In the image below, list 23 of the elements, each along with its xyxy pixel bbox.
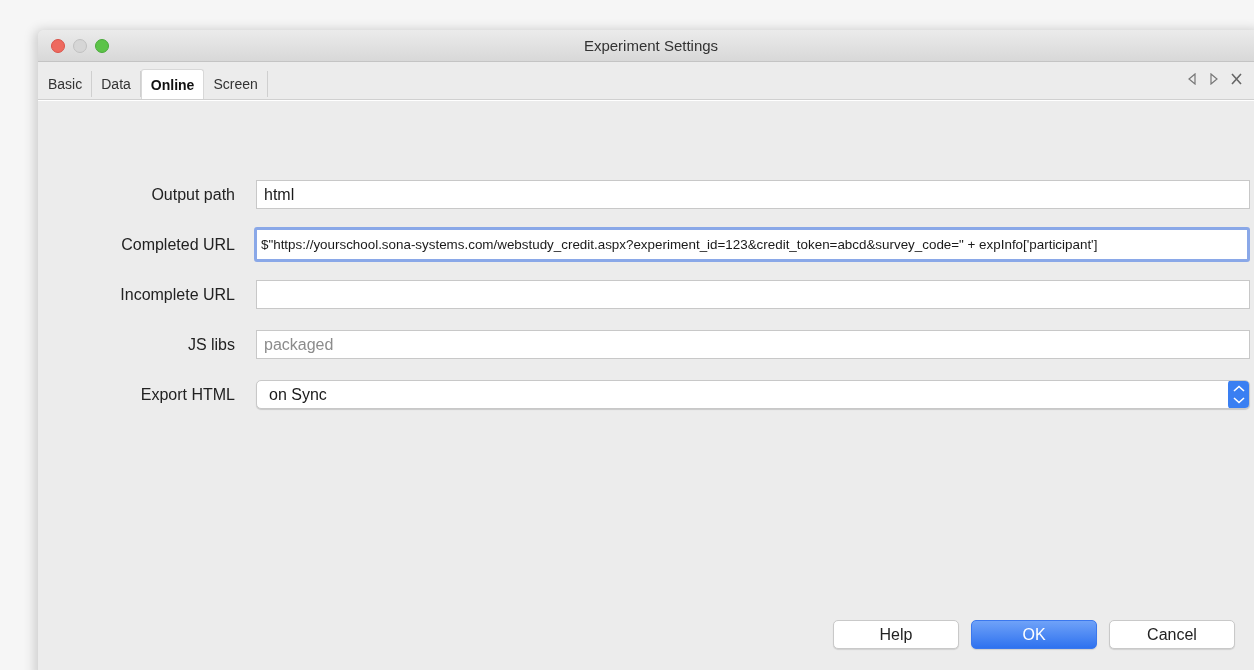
scroll-right-icon[interactable] (1209, 73, 1219, 85)
chevron-icon[interactable] (1228, 381, 1249, 408)
dialog-button[interactable]: Cancel (1109, 620, 1235, 649)
field-label: Output path (150, 185, 235, 204)
window-control-icon[interactable] (51, 38, 65, 53)
field-label: Incomplete URL (119, 285, 235, 304)
text-field[interactable]: $"https://yourschool.sona-systems.com/webstudy_credit.aspx?experiment_id=123&credit_token=abcd&survey_code=" + expInfo['participant'] (254, 227, 1250, 262)
field-label: Export HTML (139, 385, 235, 404)
tab[interactable]: Screen (204, 71, 268, 97)
tab[interactable]: Data (92, 71, 141, 97)
field-label: Completed URL (120, 235, 235, 254)
text-field[interactable]: html (256, 180, 1250, 209)
tab[interactable]: Basic (39, 71, 93, 97)
scroll-left-icon[interactable] (1187, 73, 1197, 85)
close-icon[interactable] (1231, 73, 1242, 85)
dropdown[interactable]: on Sync (256, 380, 1250, 409)
text-field[interactable]: packaged (256, 330, 1250, 359)
window-control-icon[interactable] (95, 38, 109, 53)
text-field[interactable] (256, 280, 1250, 309)
dialog-button[interactable]: Help (833, 620, 959, 649)
field-label: JS libs (186, 335, 235, 354)
window-title: Experiment Settings (583, 37, 719, 54)
tab[interactable]: Online (140, 69, 205, 99)
